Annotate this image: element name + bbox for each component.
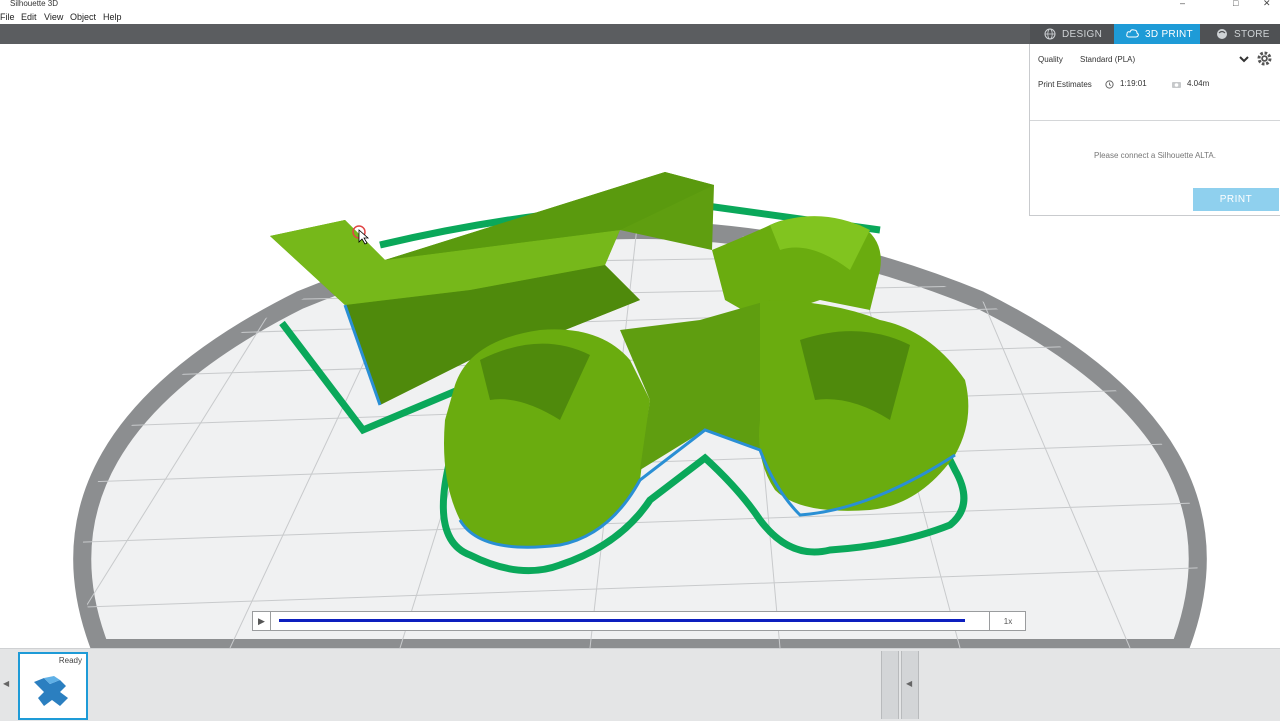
quality-label: Quality [1038,55,1063,64]
panel-divider [1030,120,1280,121]
tab-store[interactable]: STORE [1216,24,1280,44]
print-settings-panel: Quality Standard (PLA) Print Estimates 1… [1029,44,1280,216]
print-time: 1:19:01 [1120,79,1147,88]
scroll-left-icon[interactable]: ◀ [3,679,9,688]
tab-3d-print-label: 3D PRINT [1145,28,1193,40]
print-cloud-icon [1126,29,1139,38]
menu-bar: File Edit View Object Help [0,9,1280,24]
close-button[interactable]: ✕ [1263,0,1271,9]
job-strip: ◀ Ready ▶ ◀ [0,648,1280,721]
menu-edit[interactable]: Edit [21,12,37,22]
job-status: Ready [58,656,82,665]
globe-icon [1044,28,1056,40]
maximize-button[interactable]: □ [1233,0,1238,8]
playback-progress-track[interactable] [279,619,965,622]
job-thumbnail[interactable]: Ready [18,652,88,720]
gear-icon[interactable] [1256,50,1273,67]
minimize-button[interactable]: – [1180,0,1185,8]
strip-separator [881,651,899,719]
playback-speed[interactable]: 1x [989,612,1026,630]
print-estimates-label: Print Estimates [1038,80,1092,89]
play-button[interactable]: ▶ [253,612,271,630]
store-icon [1217,29,1227,39]
mode-tabs: DESIGN 3D PRINT STORE [1030,24,1280,44]
playback-bar: ▶ 1x [252,611,1026,631]
window-title: Silhouette 3D [10,0,59,8]
title-bar: Silhouette 3D – □ ✕ [0,0,1280,9]
print-button[interactable]: PRINT [1193,188,1279,211]
tab-design[interactable]: DESIGN [1044,24,1114,44]
tab-3d-print[interactable]: 3D PRINT [1114,24,1200,44]
menu-view[interactable]: View [44,12,63,22]
tab-store-label: STORE [1234,28,1270,40]
quality-dropdown[interactable]: Standard (PLA) [1074,52,1252,67]
clock-icon [1105,80,1114,89]
menu-object[interactable]: Object [70,12,96,22]
tab-design-label: DESIGN [1062,28,1103,40]
play-icon: ▶ [258,615,265,626]
strip-prev-icon[interactable]: ◀ [906,679,912,688]
menu-help[interactable]: Help [103,12,122,22]
filament-length: 4.04m [1187,79,1210,88]
menu-file[interactable]: File [0,12,15,22]
model-thumbnail-icon [34,676,68,706]
filament-icon [1172,82,1181,88]
connect-message: Please connect a Silhouette ALTA. [1093,151,1216,160]
